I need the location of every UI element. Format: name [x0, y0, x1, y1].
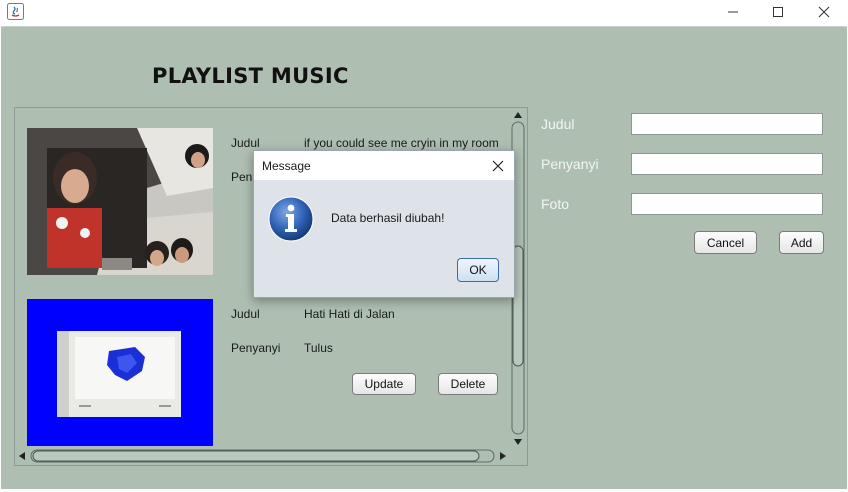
dialog-message: Data berhasil diubah!: [331, 211, 445, 225]
dialog-close-button[interactable]: [490, 158, 506, 174]
judul-label: Judul: [231, 136, 260, 150]
form-judul-label: Judul: [541, 116, 575, 132]
window-titlebar: [0, 0, 848, 26]
dialog-title: Message: [262, 159, 311, 173]
minimize-button[interactable]: [710, 0, 756, 24]
penyanyi-label: Pen: [231, 170, 253, 184]
maximize-button[interactable]: [755, 0, 801, 24]
horizontal-scrollbar[interactable]: [15, 448, 510, 464]
penyanyi-label: Penyanyi: [231, 341, 281, 355]
judul-value: Hati Hati di Jalan: [304, 307, 395, 321]
dialog-body: Data berhasil diubah! OK: [254, 180, 514, 297]
album-cover-image: [27, 299, 213, 446]
cancel-button[interactable]: Cancel: [694, 231, 757, 254]
delete-button[interactable]: Delete: [438, 373, 498, 395]
close-window-button[interactable]: [801, 0, 847, 24]
judul-input[interactable]: [631, 113, 823, 135]
dialog-titlebar: Message: [254, 151, 514, 180]
judul-label: Judul: [231, 307, 260, 321]
ok-button[interactable]: OK: [457, 258, 499, 282]
page-title: PLAYLIST MUSIC: [152, 64, 349, 88]
update-button[interactable]: Update: [352, 373, 416, 395]
minimize-icon: [728, 11, 738, 13]
form-penyanyi-label: Penyanyi: [541, 156, 599, 172]
foto-input[interactable]: [631, 193, 823, 215]
close-icon: [492, 160, 504, 172]
judul-value: if you could see me cryin in my room: [304, 136, 499, 150]
add-button[interactable]: Add: [779, 231, 824, 254]
penyanyi-input[interactable]: [631, 153, 823, 175]
form-foto-label: Foto: [541, 196, 570, 212]
java-app-icon: [7, 3, 24, 20]
maximize-icon: [773, 7, 783, 17]
album-cover-image: [27, 128, 213, 275]
close-icon: [818, 6, 830, 18]
message-dialog: Message Data berhasil diubah! OK: [253, 150, 515, 298]
penyanyi-value: Tulus: [304, 341, 333, 355]
info-icon: [268, 196, 314, 242]
